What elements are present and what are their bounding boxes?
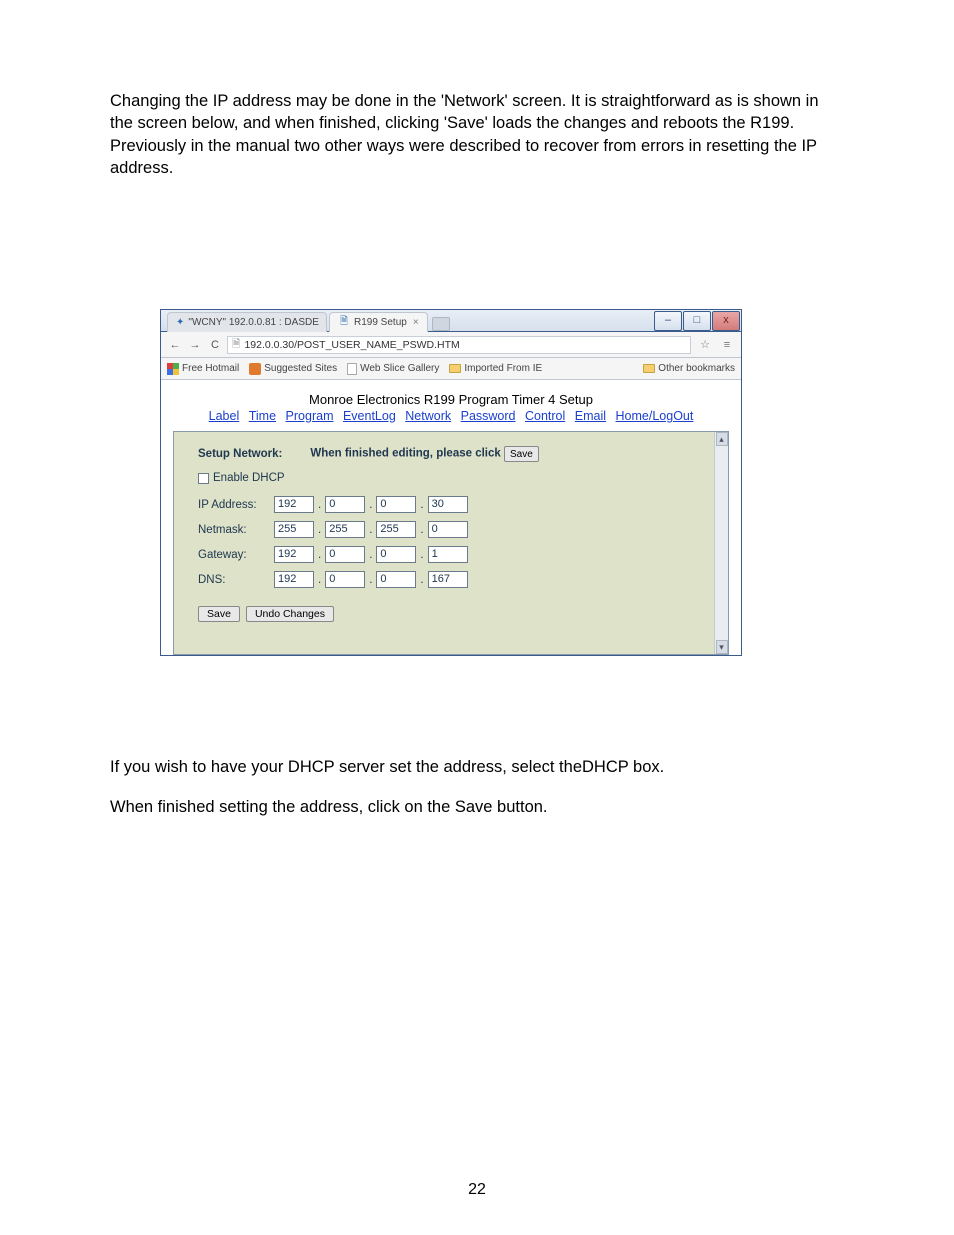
bookmarks-bar: Free Hotmail Suggested Sites Web Slice G… xyxy=(161,358,741,380)
dns-octet-1[interactable]: 192 xyxy=(274,571,314,588)
reload-button[interactable]: C xyxy=(207,339,223,351)
gateway-fields: 192. 0. 0. 1 xyxy=(274,546,708,563)
bookmark-label: Web Slice Gallery xyxy=(360,363,439,374)
suggested-icon xyxy=(249,363,261,375)
nav-program[interactable]: Program xyxy=(286,409,334,423)
dns-label: DNS: xyxy=(198,574,274,586)
undo-changes-button[interactable]: Undo Changes xyxy=(246,606,334,622)
nav-network[interactable]: Network xyxy=(405,409,451,423)
gateway-octet-2[interactable]: 0 xyxy=(325,546,365,563)
bookmark-star-icon[interactable]: ☆ xyxy=(697,338,713,351)
netmask-octet-4[interactable]: 0 xyxy=(428,521,468,538)
network-form-frame: ▴ ▾ Setup Network: When finished editing… xyxy=(173,431,729,655)
enable-dhcp-label: Enable DHCP xyxy=(213,472,285,484)
window-titlebar: ✦ "WCNY" 192.0.0.81 : DASDE × 🗎 R199 Set… xyxy=(161,310,741,332)
tab-active-label: R199 Setup xyxy=(354,317,407,328)
gateway-octet-1[interactable]: 192 xyxy=(274,546,314,563)
bookmark-other[interactable]: Other bookmarks xyxy=(643,363,735,374)
inline-save-button[interactable]: Save xyxy=(504,446,539,462)
folder-icon xyxy=(643,364,655,373)
browser-window: ✦ "WCNY" 192.0.0.81 : DASDE × 🗎 R199 Set… xyxy=(160,309,742,656)
tab-inactive-label: "WCNY" 192.0.0.81 : DASDE xyxy=(188,317,318,328)
bookmark-free-hotmail[interactable]: Free Hotmail xyxy=(167,363,239,375)
netmask-octet-2[interactable]: 255 xyxy=(325,521,365,538)
scroll-down-icon[interactable]: ▾ xyxy=(716,640,728,654)
nav-eventlog[interactable]: EventLog xyxy=(343,409,396,423)
scroll-up-icon[interactable]: ▴ xyxy=(716,432,728,446)
bookmark-web-slice[interactable]: Web Slice Gallery xyxy=(347,363,439,375)
enable-dhcp-checkbox[interactable] xyxy=(198,473,209,484)
ip-octet-1[interactable]: 192 xyxy=(274,496,314,513)
page-icon: 🗎 xyxy=(338,317,350,329)
gateway-octet-4[interactable]: 1 xyxy=(428,546,468,563)
bookmark-label: Free Hotmail xyxy=(182,363,239,374)
favicon-icon: ✦ xyxy=(176,317,184,329)
ip-address-fields: 192. 0. 0. 30 xyxy=(274,496,708,513)
page-title: Monroe Electronics R199 Program Timer 4 … xyxy=(173,392,729,407)
dns-octet-2[interactable]: 0 xyxy=(325,571,365,588)
nav-home-logout[interactable]: Home/LogOut xyxy=(616,409,694,423)
back-button[interactable]: ← xyxy=(167,339,183,351)
bookmark-label: Suggested Sites xyxy=(264,363,337,374)
menu-icon[interactable]: ≡ xyxy=(719,339,735,351)
ip-address-label: IP Address: xyxy=(198,499,274,511)
nav-time[interactable]: Time xyxy=(249,409,276,423)
ip-octet-2[interactable]: 0 xyxy=(325,496,365,513)
dns-octet-3[interactable]: 0 xyxy=(376,571,416,588)
nav-email[interactable]: Email xyxy=(575,409,606,423)
address-bar[interactable]: 🗎 192.0.0.30/POST_USER_NAME_PSWD.HTM xyxy=(227,336,691,354)
gateway-label: Gateway: xyxy=(198,549,274,561)
setup-network-label: Setup Network: xyxy=(198,448,282,460)
page-content: Monroe Electronics R199 Program Timer 4 … xyxy=(161,380,741,655)
netmask-octet-3[interactable]: 255 xyxy=(376,521,416,538)
nav-control[interactable]: Control xyxy=(525,409,565,423)
bookmark-imported[interactable]: Imported From IE xyxy=(449,363,542,374)
page-icon xyxy=(347,363,357,375)
nav-password[interactable]: Password xyxy=(461,409,516,423)
maximize-button[interactable]: □ xyxy=(683,311,711,331)
setup-hint: When finished editing, please click xyxy=(310,448,500,460)
windows-icon xyxy=(167,363,179,375)
scrollbar[interactable]: ▴ ▾ xyxy=(714,432,728,654)
tab-inactive[interactable]: ✦ "WCNY" 192.0.0.81 : DASDE × xyxy=(167,312,327,332)
page-nav: Label Time Program EventLog Network Pass… xyxy=(173,409,729,423)
forward-button[interactable]: → xyxy=(187,339,203,351)
address-text: 192.0.0.30/POST_USER_NAME_PSWD.HTM xyxy=(244,339,459,351)
save-note-paragraph: When finished setting the address, click… xyxy=(110,796,844,818)
gateway-octet-3[interactable]: 0 xyxy=(376,546,416,563)
dhcp-note-paragraph: If you wish to have your DHCP server set… xyxy=(110,756,844,778)
new-tab-button[interactable] xyxy=(432,317,450,331)
browser-tabs: ✦ "WCNY" 192.0.0.81 : DASDE × 🗎 R199 Set… xyxy=(167,310,450,332)
folder-icon xyxy=(449,364,461,373)
intro-paragraph: Changing the IP address may be done in t… xyxy=(110,90,844,179)
save-button[interactable]: Save xyxy=(198,606,240,622)
ip-octet-3[interactable]: 0 xyxy=(376,496,416,513)
nav-label[interactable]: Label xyxy=(209,409,240,423)
page-icon: 🗎 xyxy=(232,336,240,354)
address-bar-row: ← → C 🗎 192.0.0.30/POST_USER_NAME_PSWD.H… xyxy=(161,332,741,358)
page-number: 22 xyxy=(0,1181,954,1199)
close-window-button[interactable]: x xyxy=(712,311,740,331)
netmask-fields: 255. 255. 255. 0 xyxy=(274,521,708,538)
netmask-octet-1[interactable]: 255 xyxy=(274,521,314,538)
bookmark-suggested-sites[interactable]: Suggested Sites xyxy=(249,363,337,375)
netmask-label: Netmask: xyxy=(198,524,274,536)
minimize-button[interactable]: – xyxy=(654,311,682,331)
close-icon[interactable]: × xyxy=(413,317,419,328)
dns-octet-4[interactable]: 167 xyxy=(428,571,468,588)
close-icon[interactable]: × xyxy=(325,317,327,328)
bookmark-label: Imported From IE xyxy=(464,363,542,374)
tab-active[interactable]: 🗎 R199 Setup × xyxy=(329,312,428,332)
dns-fields: 192. 0. 0. 167 xyxy=(274,571,708,588)
ip-octet-4[interactable]: 30 xyxy=(428,496,468,513)
bookmark-label: Other bookmarks xyxy=(658,363,735,374)
